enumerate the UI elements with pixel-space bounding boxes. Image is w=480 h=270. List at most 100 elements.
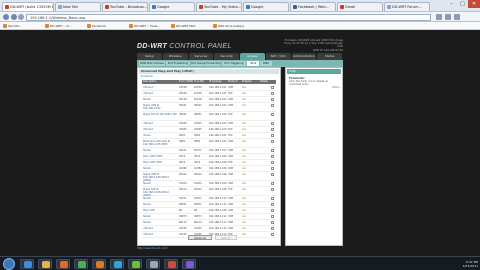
ie-icon[interactable] [20, 259, 34, 269]
bookmark-item[interactable]: Web Slice Gallery [213, 23, 244, 29]
browser-tab[interactable]: New Tab [55, 2, 101, 11]
sub-tab[interactable]: Port Range Forwarding [191, 61, 221, 66]
cell-ip: 192.168.1.114 [209, 227, 227, 230]
bookmark-item[interactable]: DD-WRT Wiki [171, 23, 196, 29]
sub-tab[interactable]: Port Forwarding [166, 61, 190, 66]
cell-ip: 192.168.1.109 [209, 182, 227, 185]
cell-desc: uTorrent [143, 233, 153, 236]
browser-tab[interactable]: Google [243, 2, 289, 11]
browser-tab[interactable]: Gmail [337, 2, 383, 11]
delete-checkbox[interactable] [271, 148, 274, 152]
tab-bar: DD-WRT (build 13525M N... New Tab YouTube … [0, 0, 480, 12]
minimize-button[interactable]: – [446, 0, 457, 8]
utorrent-icon[interactable] [128, 259, 142, 269]
start-button[interactable] [3, 258, 15, 270]
delete-checkbox[interactable] [271, 133, 274, 137]
forward-button[interactable] [11, 14, 17, 20]
reload-button[interactable] [18, 14, 24, 20]
main-tab[interactable]: Services [188, 53, 214, 60]
tab-label: DD-WRT Forum... [392, 5, 422, 9]
delete-checkbox[interactable] [271, 112, 274, 116]
network-icon[interactable] [146, 259, 160, 269]
browser-tab[interactable]: Google [149, 2, 195, 11]
delete-checkbox[interactable] [271, 172, 274, 176]
browser-tab[interactable]: Facebook | Welc... [290, 2, 336, 11]
tab-favicon-icon [246, 5, 250, 9]
cell-from: 51204 [179, 182, 187, 185]
delete-checkbox[interactable] [271, 160, 274, 164]
browser-window: DD-WRT (build 13525M N... New Tab YouTube … [0, 0, 480, 256]
sub-tab[interactable]: UPnP [247, 61, 259, 66]
delete-checkbox[interactable] [271, 121, 274, 125]
itunes-icon[interactable] [182, 259, 196, 269]
delete-checkbox[interactable] [271, 97, 274, 101]
close-button[interactable]: ✕ [468, 0, 480, 8]
delete-checkbox[interactable] [271, 139, 274, 143]
browser-tab[interactable]: DD-WRT Forum... [384, 2, 430, 11]
delete-checkbox[interactable] [271, 208, 274, 212]
cell-desc: Xbox LIVE (TCP) [143, 161, 162, 164]
table-row: Skype UDP at 192.168.1.106:45012 (2063) 4… [142, 172, 276, 182]
cell-ip: 192.168.1.103 [209, 122, 227, 125]
star-icon[interactable] [436, 14, 442, 20]
firefox-icon[interactable] [92, 259, 106, 269]
main-tab[interactable]: Wireless [162, 53, 188, 60]
delete-checkbox[interactable] [271, 166, 274, 170]
delete-checkbox[interactable] [271, 226, 274, 230]
delete-checkbox[interactable] [271, 154, 274, 158]
delete-checkbox[interactable] [271, 181, 274, 185]
footer-link[interactable]: http://www.dd-wrt.com/ [137, 247, 168, 250]
system-clock[interactable]: 9:47 PM 1/27/2011 [430, 260, 478, 269]
page-menu-icon[interactable] [445, 14, 451, 20]
delete-all-button[interactable]: Delete All [188, 235, 212, 240]
refresh-button[interactable]: Refresh [215, 235, 237, 240]
cell-en: Yes [242, 155, 246, 158]
delete-checkbox[interactable] [271, 85, 274, 89]
sub-tab[interactable]: Port Triggering [222, 61, 246, 66]
media-player-icon[interactable] [56, 259, 70, 269]
delete-checkbox[interactable] [271, 103, 274, 107]
back-button[interactable] [3, 14, 9, 20]
paint-icon[interactable] [164, 259, 178, 269]
bookmark-item[interactable]: Facebook [87, 23, 106, 29]
cell-en: Yes [242, 215, 246, 218]
tab-label: Facebook | Welc... [298, 5, 330, 9]
url-input[interactable]: 192.168.1.1/Wireless_Basic.asp [26, 13, 431, 21]
table-row: Skype TCP at 192.168.1.102 36021 36021 192.… [142, 112, 276, 121]
main-tab[interactable]: Access Restrictions [240, 53, 265, 65]
main-tab[interactable]: Administration [291, 53, 317, 60]
more-link[interactable]: More... [289, 86, 341, 89]
bookmark-item[interactable]: DD-WRT :: View... [129, 23, 160, 29]
delete-checkbox[interactable] [271, 187, 274, 191]
delete-checkbox[interactable] [271, 232, 274, 236]
sub-tab[interactable]: WAN MAC Address [139, 61, 165, 66]
help-sidebar: Help Forwards: Click the trash can to de… [285, 67, 343, 246]
cell-from: 53417 [179, 197, 187, 200]
bookmark-item[interactable]: Sex Ma... [3, 23, 22, 29]
delete-checkbox[interactable] [271, 91, 274, 95]
delete-checkbox[interactable] [271, 214, 274, 218]
main-tab[interactable]: Status [317, 53, 342, 60]
skype-icon[interactable] [110, 259, 124, 269]
delete-checkbox[interactable] [271, 127, 274, 131]
main-tab[interactable]: Security [214, 53, 239, 60]
browser-tab[interactable]: YouTube - My Video... [196, 2, 242, 11]
main-tab[interactable]: NAT / QoS [265, 53, 291, 60]
folder-icon[interactable] [38, 259, 52, 269]
delete-checkbox[interactable] [271, 196, 274, 200]
maximize-button[interactable]: □ [457, 0, 468, 8]
tab-label: Google [251, 5, 264, 9]
main-tab[interactable]: Setup [137, 53, 162, 60]
wrench-icon[interactable] [454, 14, 460, 20]
cell-desc: Teredo [143, 182, 151, 185]
delete-checkbox[interactable] [271, 220, 274, 224]
chrome-icon[interactable] [74, 259, 88, 269]
address-toolbar: 192.168.1.1/Wireless_Basic.asp [0, 12, 480, 22]
cell-from: 36021 [179, 104, 187, 107]
browser-tab[interactable]: DD-WRT (build 13525M N... [2, 2, 54, 11]
sub-tab[interactable]: DMZ [260, 61, 272, 66]
bookmark-item[interactable]: DD-WRT :: Vi... [45, 23, 72, 29]
browser-tab[interactable]: YouTube - Broadcas... [102, 2, 148, 11]
cell-ip: 192.168.1.108 [209, 155, 227, 158]
delete-checkbox[interactable] [271, 202, 274, 206]
